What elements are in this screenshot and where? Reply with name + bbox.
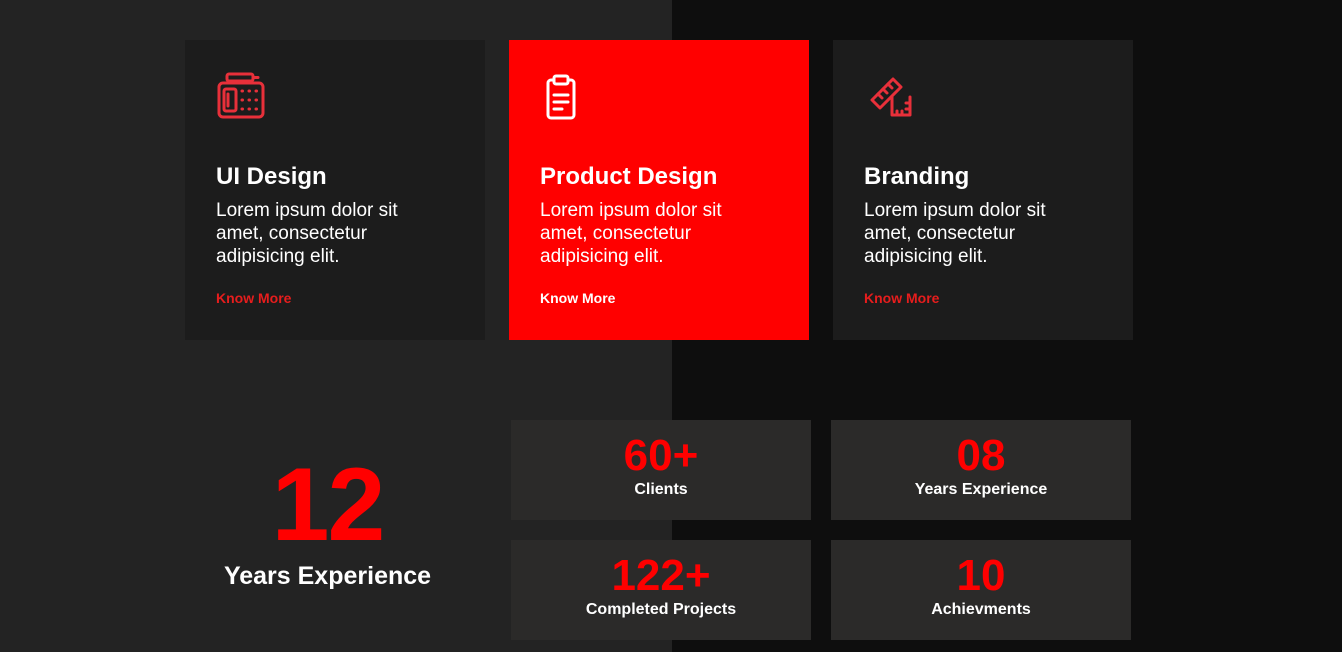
service-description: Lorem ipsum dolor sit amet, consectetur … — [540, 200, 722, 267]
stat-box-clients: 60+ Clients — [511, 420, 811, 520]
experience-label: Years Experience — [223, 562, 432, 590]
calculator-pen-icon — [217, 72, 265, 119]
stat-label: Completed Projects — [585, 601, 737, 618]
experience-highlight: 12 Years Experience — [185, 450, 470, 591]
stat-number: 60+ — [623, 431, 699, 480]
know-more-link[interactable]: Know More — [540, 290, 615, 306]
know-more-link[interactable]: Know More — [216, 290, 291, 306]
stat-number: 08 — [956, 431, 1006, 480]
stat-box-years-experience: 08 Years Experience — [831, 420, 1131, 520]
stat-number: 10 — [956, 551, 1006, 600]
stat-label: Achievments — [931, 601, 1031, 618]
service-description: Lorem ipsum dolor sit amet, consectetur … — [864, 200, 1046, 267]
service-card-product-design: Product Design Lorem ipsum dolor sit ame… — [509, 40, 809, 340]
know-more-link[interactable]: Know More — [864, 290, 939, 306]
service-title: Product Design — [540, 163, 718, 190]
service-title: Branding — [864, 163, 970, 190]
stat-label: Years Experience — [914, 481, 1048, 498]
stat-box-completed-projects: 122+ Completed Projects — [511, 540, 811, 640]
experience-number: 12 — [271, 447, 386, 563]
service-card-branding: Branding Lorem ipsum dolor sit amet, con… — [833, 40, 1133, 340]
stat-number: 122+ — [611, 551, 711, 600]
ruler-square-icon — [870, 77, 912, 117]
service-title: UI Design — [216, 163, 327, 190]
stat-label: Clients — [634, 481, 688, 498]
service-description: Lorem ipsum dolor sit amet, consectetur … — [216, 200, 398, 267]
service-card-ui-design: UI Design Lorem ipsum dolor sit amet, co… — [185, 40, 485, 340]
stat-box-achievements: 10 Achievments — [831, 540, 1131, 640]
clipboard-icon — [546, 74, 576, 120]
